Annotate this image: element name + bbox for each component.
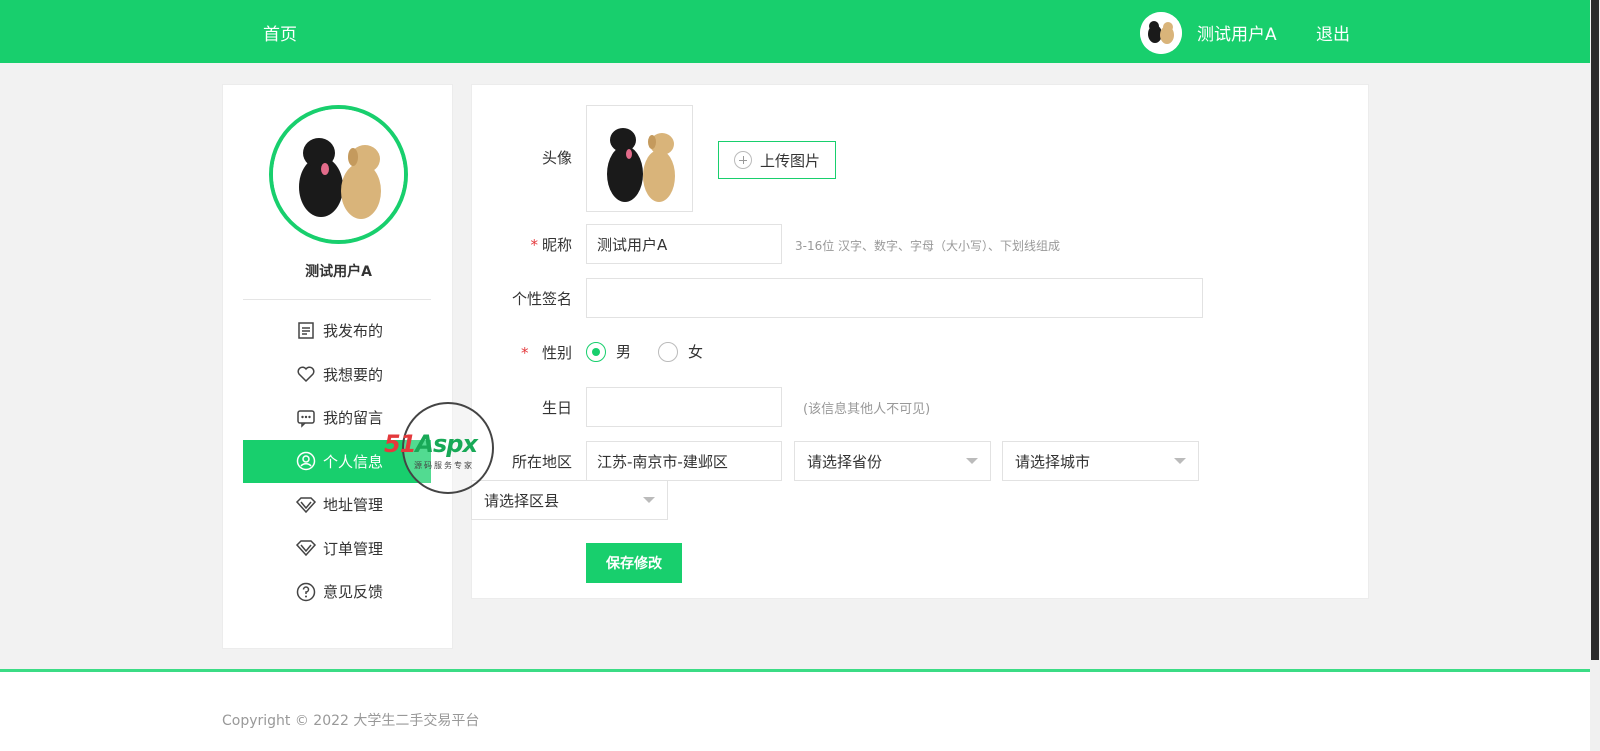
signature-label-wrap: 个性签名 [472,288,572,308]
sidebar-item-feedback[interactable]: 意见反馈 [243,570,431,614]
dog-avatar-icon [1140,12,1182,54]
upload-label: 上传图片 [759,151,820,170]
gender-radio-male[interactable]: 男 [586,341,631,362]
heart-icon [295,363,317,385]
dog-avatar-icon [273,109,404,240]
avatar-label-wrap: 头像 [472,147,572,167]
sidebar-username: 测试用户A [305,264,372,280]
city-select[interactable]: 请选择城市 [1002,441,1199,481]
upload-image-button[interactable]: 上传图片 [718,141,836,179]
signature-label: 个性签名 [511,290,572,308]
radio-dot [586,341,606,362]
copyright-text: Copyright © 2022 大学生二手交易平台 [222,713,480,729]
header-username-link[interactable]: 测试用户A [1197,20,1277,45]
birthday-input[interactable] [586,387,782,427]
profile-form: 头像 上传图片 * 昵称 测试用户A 3-16位 汉字、数字、字母（大小写）、下划… [471,84,1369,599]
user-sidebar: 测试用户A 我发布的 我想要的 我的留言 个人信息 地址管理 订单管理 意见反馈 [222,84,453,649]
district-select[interactable]: 请选择区县 [471,480,668,520]
sidebar-item-my-posts[interactable]: 我发布的 [243,309,431,353]
sidebar-item-wanted[interactable]: 我想要的 [243,353,431,397]
watermark-logo: 51Aspx [384,430,478,458]
required-mark: * [520,344,529,362]
radio-dot [658,341,678,362]
birthday-hint: (该信息其他人不可见) [803,402,931,417]
gender-label-wrap: * 性别 [472,342,572,362]
sidebar-item-label: 地址管理 [323,496,384,515]
sidebar-item-orders[interactable]: 订单管理 [243,527,431,571]
sidebar-item-label: 意见反馈 [323,583,384,602]
save-changes-button[interactable]: 保存修改 [586,543,682,583]
sidebar-item-label: 我的留言 [323,409,384,428]
nickname-label: * 昵称 [530,236,572,254]
sidebar-menu: 我发布的 我想要的 我的留言 个人信息 地址管理 订单管理 意见反馈 [243,309,431,614]
user-circle-icon [295,450,317,472]
gender-radio-female[interactable]: 女 [658,341,703,362]
document-list-icon [295,320,317,342]
region-display-input[interactable]: 江苏-南京市-建邺区 [586,441,782,481]
gender-option-label: 男 [616,343,632,361]
avatar-label: 头像 [541,149,572,167]
sidebar-item-label: 个人信息 [323,452,384,471]
region-label: 所在地区 [511,453,572,471]
watermark-tagline: 源码服务专家 [414,461,474,470]
sidebar-item-address[interactable]: 地址管理 [243,483,431,527]
district-select-value: 请选择区县 [484,491,560,510]
question-circle-icon [295,581,317,603]
nickname-hint: 3-16位 汉字、数字、字母（大小写）、下划线组成 [795,239,1061,253]
scrollbar-thumb[interactable] [1591,0,1599,660]
diamond-icon [295,494,317,516]
header-avatar[interactable] [1140,12,1182,54]
gender-label: * 性别 [520,344,572,362]
nav-home-link[interactable]: 首页 [263,20,297,45]
nickname-input[interactable]: 测试用户A [586,224,782,264]
logout-link[interactable]: 退出 [1316,20,1350,45]
dog-avatar-icon [587,106,692,211]
message-dots-icon [295,407,317,429]
birthday-label: 生日 [541,399,572,417]
province-select[interactable]: 请选择省份 [794,441,991,481]
required-mark: * [530,236,538,254]
top-navbar: 首页 测试用户A 退出 [0,0,1590,63]
sidebar-avatar [269,105,408,244]
signature-input[interactable] [586,278,1203,318]
sidebar-item-label: 我发布的 [323,322,384,341]
plus-circle-icon [733,151,752,169]
city-select-value: 请选择城市 [1015,452,1091,471]
diamond-icon [295,537,317,559]
chevron-down-icon [966,458,978,464]
sidebar-item-label: 订单管理 [323,539,384,558]
sidebar-item-label: 我想要的 [323,365,384,384]
avatar-preview [586,105,693,212]
gender-option-label: 女 [688,343,704,361]
birthday-label-wrap: 生日 [472,397,572,417]
province-select-value: 请选择省份 [807,452,883,471]
chevron-down-icon [643,497,655,503]
nickname-label-wrap: * 昵称 [472,234,572,254]
sidebar-divider [243,299,431,300]
chevron-down-icon [1174,458,1186,464]
